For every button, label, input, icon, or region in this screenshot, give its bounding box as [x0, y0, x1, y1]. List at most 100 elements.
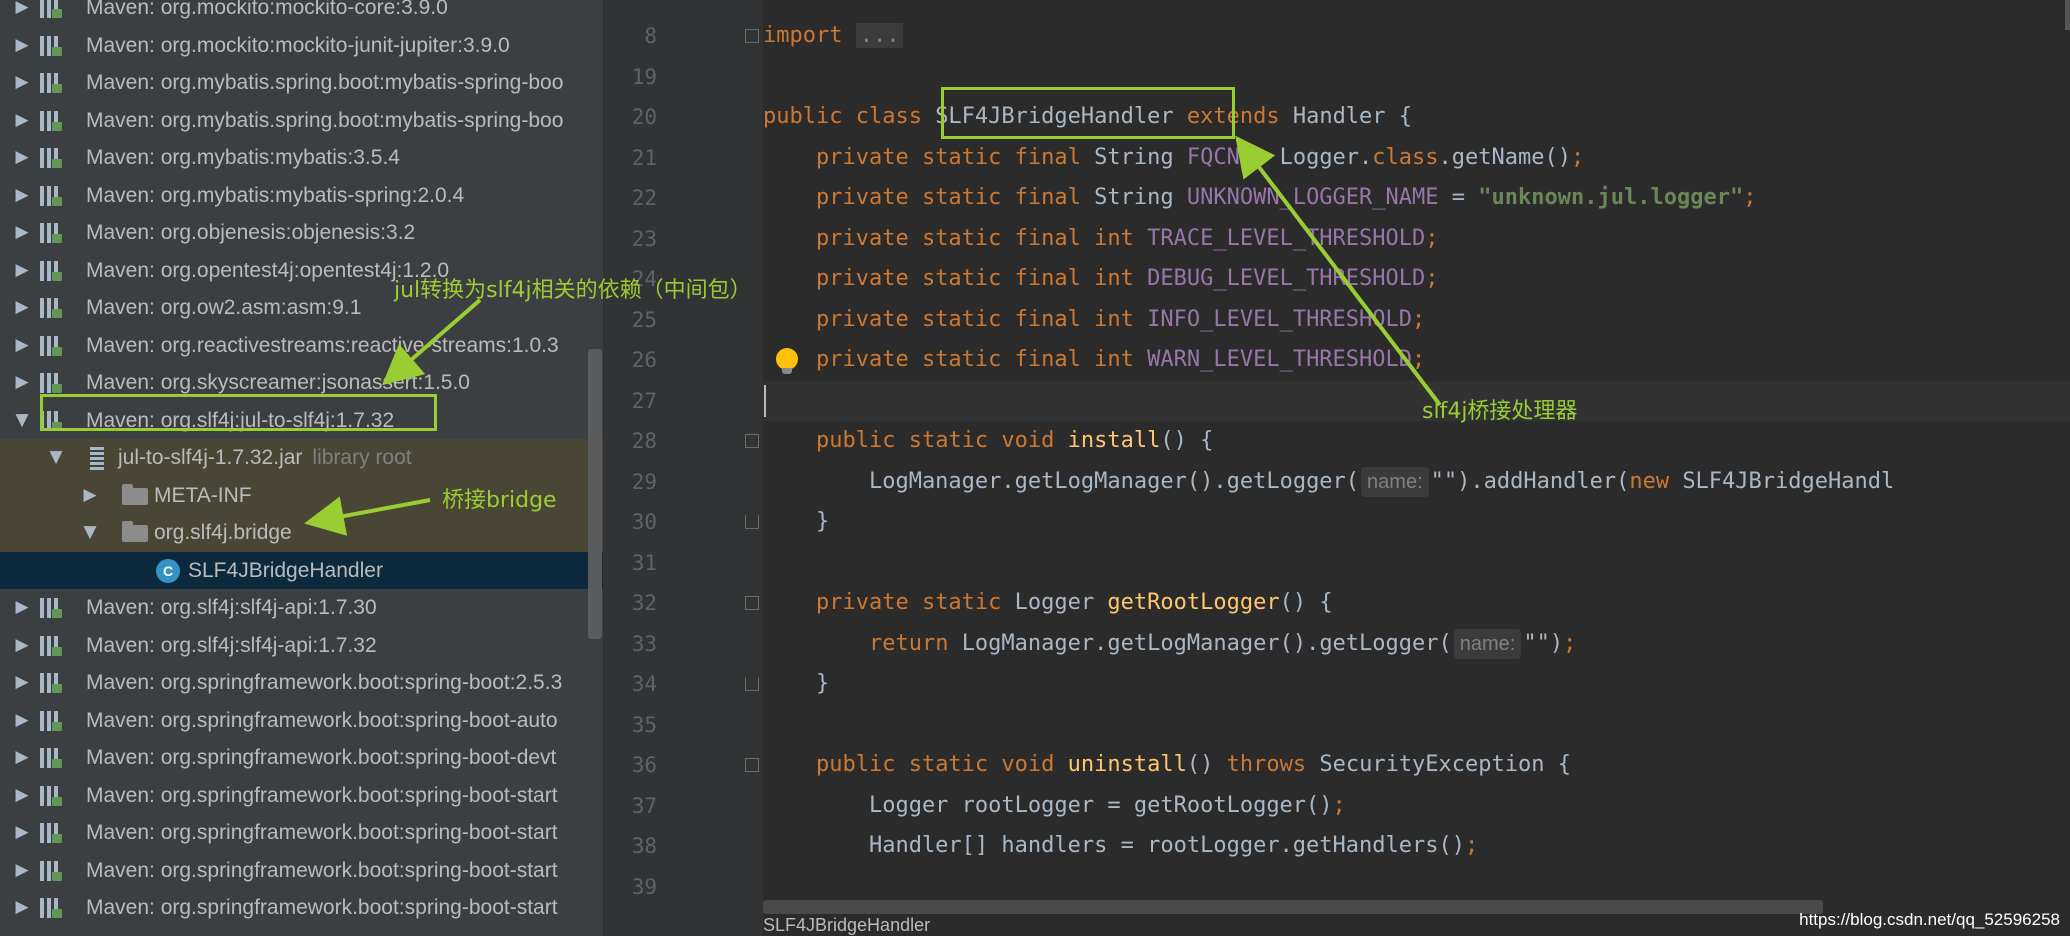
- tree-row[interactable]: ▼ jul-to-slf4j-1.7.32.jar library root: [0, 439, 603, 477]
- expand-arrow-icon[interactable]: ▶: [10, 627, 34, 665]
- code-token: private static final int: [815, 266, 1148, 291]
- code-line[interactable]: }: [763, 502, 2070, 543]
- collapse-arrow-icon[interactable]: ▼: [44, 439, 68, 477]
- code-token: public static void: [815, 428, 1068, 453]
- expand-arrow-icon[interactable]: ▶: [10, 327, 34, 365]
- tree-row[interactable]: ▶ Maven: org.mockito:mockito-core:3.9.0: [0, 0, 603, 27]
- tree-row[interactable]: ▶ Maven: org.objenesis:objenesis:3.2: [0, 214, 603, 252]
- code-token: getLogManager().getLogger(: [1107, 630, 1452, 656]
- code-line[interactable]: public static void uninstall() throws Se…: [763, 745, 2070, 786]
- tree-row[interactable]: ▼ Maven: org.slf4j:jul-to-slf4j:1.7.32: [0, 402, 603, 440]
- expand-arrow-icon[interactable]: ▶: [10, 27, 34, 65]
- code-line[interactable]: private static final int INFO_LEVEL_THRE…: [763, 300, 2070, 341]
- code-line[interactable]: [763, 57, 2070, 98]
- tree-row[interactable]: ▶ Maven: org.springframework.boot:spring-…: [0, 702, 603, 740]
- tree-row[interactable]: ▶ Maven: org.mybatis.spring.boot:mybatis-…: [0, 64, 603, 102]
- expand-arrow-icon[interactable]: ▶: [10, 889, 34, 927]
- collapse-arrow-icon[interactable]: ▼: [78, 514, 102, 552]
- library-icon: [38, 410, 62, 431]
- code-token: uninstall: [1067, 752, 1187, 777]
- expand-arrow-icon[interactable]: ▶: [10, 364, 34, 402]
- tree-row[interactable]: ▶ Maven: org.slf4j:slf4j-api:1.7.30: [0, 589, 603, 627]
- library-icon: [38, 110, 62, 131]
- code-line[interactable]: [763, 380, 2070, 421]
- expand-arrow-icon[interactable]: ▶: [10, 589, 34, 627]
- code-editor[interactable]: 8 19 20 21 22 23 24 25 26 27 28 29 30 31 32 33 34 35 36 37 3…: [603, 0, 2070, 936]
- code-line[interactable]: private static final int TRACE_LEVEL_THR…: [763, 219, 2070, 260]
- code-line[interactable]: public class SLF4JBridgeHandler extends …: [763, 97, 2070, 138]
- fold-end-icon[interactable]: [745, 515, 759, 529]
- code-line[interactable]: import ...: [763, 16, 2070, 57]
- tree-row[interactable]: ▶ Maven: org.springframework.boot:spring-…: [0, 889, 603, 927]
- collapse-arrow-icon[interactable]: ▼: [10, 402, 34, 440]
- code-line[interactable]: }: [763, 664, 2070, 705]
- code-token: ;: [1412, 306, 1426, 332]
- tree-row[interactable]: ▶ Maven: org.skyscreamer:jsonassert:1.5.0: [0, 364, 603, 402]
- tree-row[interactable]: ▶ Maven: org.slf4j:slf4j-api:1.7.32: [0, 627, 603, 665]
- tree-row[interactable]: ▶ Maven: org.springframework.boot:spring-…: [0, 739, 603, 777]
- fold-toggle-icon[interactable]: [745, 29, 759, 43]
- expand-arrow-icon[interactable]: ▶: [10, 702, 34, 740]
- editor-breadcrumb[interactable]: SLF4JBridgeHandler: [763, 915, 930, 936]
- expand-arrow-icon[interactable]: ▶: [10, 739, 34, 777]
- package-folder-icon: [122, 483, 148, 505]
- expand-arrow-icon[interactable]: ▶: [10, 139, 34, 177]
- code-line[interactable]: Logger rootLogger = getRootLogger();: [763, 786, 2070, 827]
- expand-arrow-icon[interactable]: ▶: [10, 252, 34, 290]
- code-line[interactable]: Handler[] handlers = rootLogger.getHandl…: [763, 826, 2070, 867]
- tree-row[interactable]: ▶ Maven: org.mybatis:mybatis:3.5.4: [0, 139, 603, 177]
- tree-row[interactable]: ▶ Maven: org.ow2.asm:asm:9.1: [0, 289, 603, 327]
- line-number: 29: [631, 469, 657, 494]
- tree-row[interactable]: ▶ Maven: org.springframework.boot:spring-…: [0, 814, 603, 852]
- tree-row[interactable]: ▶ Maven: org.opentest4j:opentest4j:1.2.0: [0, 252, 603, 290]
- fold-toggle-icon[interactable]: [745, 596, 759, 610]
- fold-end-icon[interactable]: [745, 677, 759, 691]
- tree-row[interactable]: ▶ Maven: org.reactivestreams:reactive-str…: [0, 327, 603, 365]
- expand-arrow-icon[interactable]: ▶: [10, 777, 34, 815]
- tree-row[interactable]: ▶ Maven: org.springframework.boot:spring-…: [0, 852, 603, 890]
- horizontal-scrollbar[interactable]: [763, 900, 1823, 914]
- tree-scrollbar[interactable]: [588, 349, 602, 639]
- expand-arrow-icon[interactable]: ▶: [10, 664, 34, 702]
- tree-row[interactable]: ▶ Maven: org.mybatis.spring.boot:mybatis-…: [0, 102, 603, 140]
- tree-row[interactable]: ▶ Maven: org.springframework.boot:spring-…: [0, 664, 603, 702]
- code-line[interactable]: return LogManager.getLogManager().getLog…: [763, 624, 2070, 665]
- tree-row[interactable]: ▶ Maven: org.mockito:mockito-junit-jupite…: [0, 27, 603, 65]
- code-line[interactable]: private static Logger getRootLogger() {: [763, 583, 2070, 624]
- tree-row[interactable]: ▶ Maven: org.springframework.boot:spring-…: [0, 777, 603, 815]
- code-line[interactable]: private static final int WARN_LEVEL_THRE…: [763, 340, 2070, 381]
- code-line[interactable]: public static void install() {: [763, 421, 2070, 462]
- code-line[interactable]: private static final String UNKNOWN_LOGG…: [763, 178, 2070, 219]
- expand-arrow-icon[interactable]: ▶: [10, 64, 34, 102]
- text-caret: [764, 384, 766, 417]
- expand-arrow-icon[interactable]: ▶: [10, 177, 34, 215]
- expand-arrow-icon[interactable]: ▶: [10, 814, 34, 852]
- expand-arrow-icon[interactable]: ▶: [10, 0, 34, 27]
- fold-toggle-icon[interactable]: [745, 434, 759, 448]
- tree-row[interactable]: C SLF4JBridgeHandler: [0, 551, 603, 589]
- expand-arrow-icon[interactable]: ▶: [10, 852, 34, 890]
- code-line[interactable]: [763, 543, 2070, 584]
- code-line[interactable]: private static final int DEBUG_LEVEL_THR…: [763, 259, 2070, 300]
- library-icon: [38, 823, 62, 843]
- fold-toggle-icon[interactable]: [745, 758, 759, 772]
- expand-arrow-icon[interactable]: ▶: [10, 927, 34, 936]
- code-line[interactable]: [763, 705, 2070, 746]
- expand-arrow-icon[interactable]: ▶: [78, 477, 102, 515]
- expand-arrow-icon[interactable]: ▶: [10, 102, 34, 140]
- tree-row[interactable]: ▼ org.slf4j.bridge: [0, 514, 603, 552]
- tree-row[interactable]: ▶ Maven: org.mybatis:mybatis-spring:2.0.4: [0, 177, 603, 215]
- line-number: 25: [631, 307, 657, 332]
- vertical-scrollbar[interactable]: [2065, 0, 2070, 30]
- tree-row[interactable]: ▶ Maven: org.springframework.boot:spring-…: [0, 927, 603, 936]
- code-line[interactable]: LogManager.getLogManager().getLogger(nam…: [763, 462, 2070, 503]
- code-token: SLF4JBridgeHandl: [1682, 468, 1895, 494]
- code-token: =: [1438, 185, 1479, 210]
- tree-row[interactable]: ▶ META-INF: [0, 476, 603, 515]
- intention-bulb-icon[interactable]: [776, 348, 798, 374]
- expand-arrow-icon[interactable]: ▶: [10, 289, 34, 327]
- expand-arrow-icon[interactable]: ▶: [10, 214, 34, 252]
- code-line[interactable]: private static final String FQCN = Logge…: [763, 138, 2070, 179]
